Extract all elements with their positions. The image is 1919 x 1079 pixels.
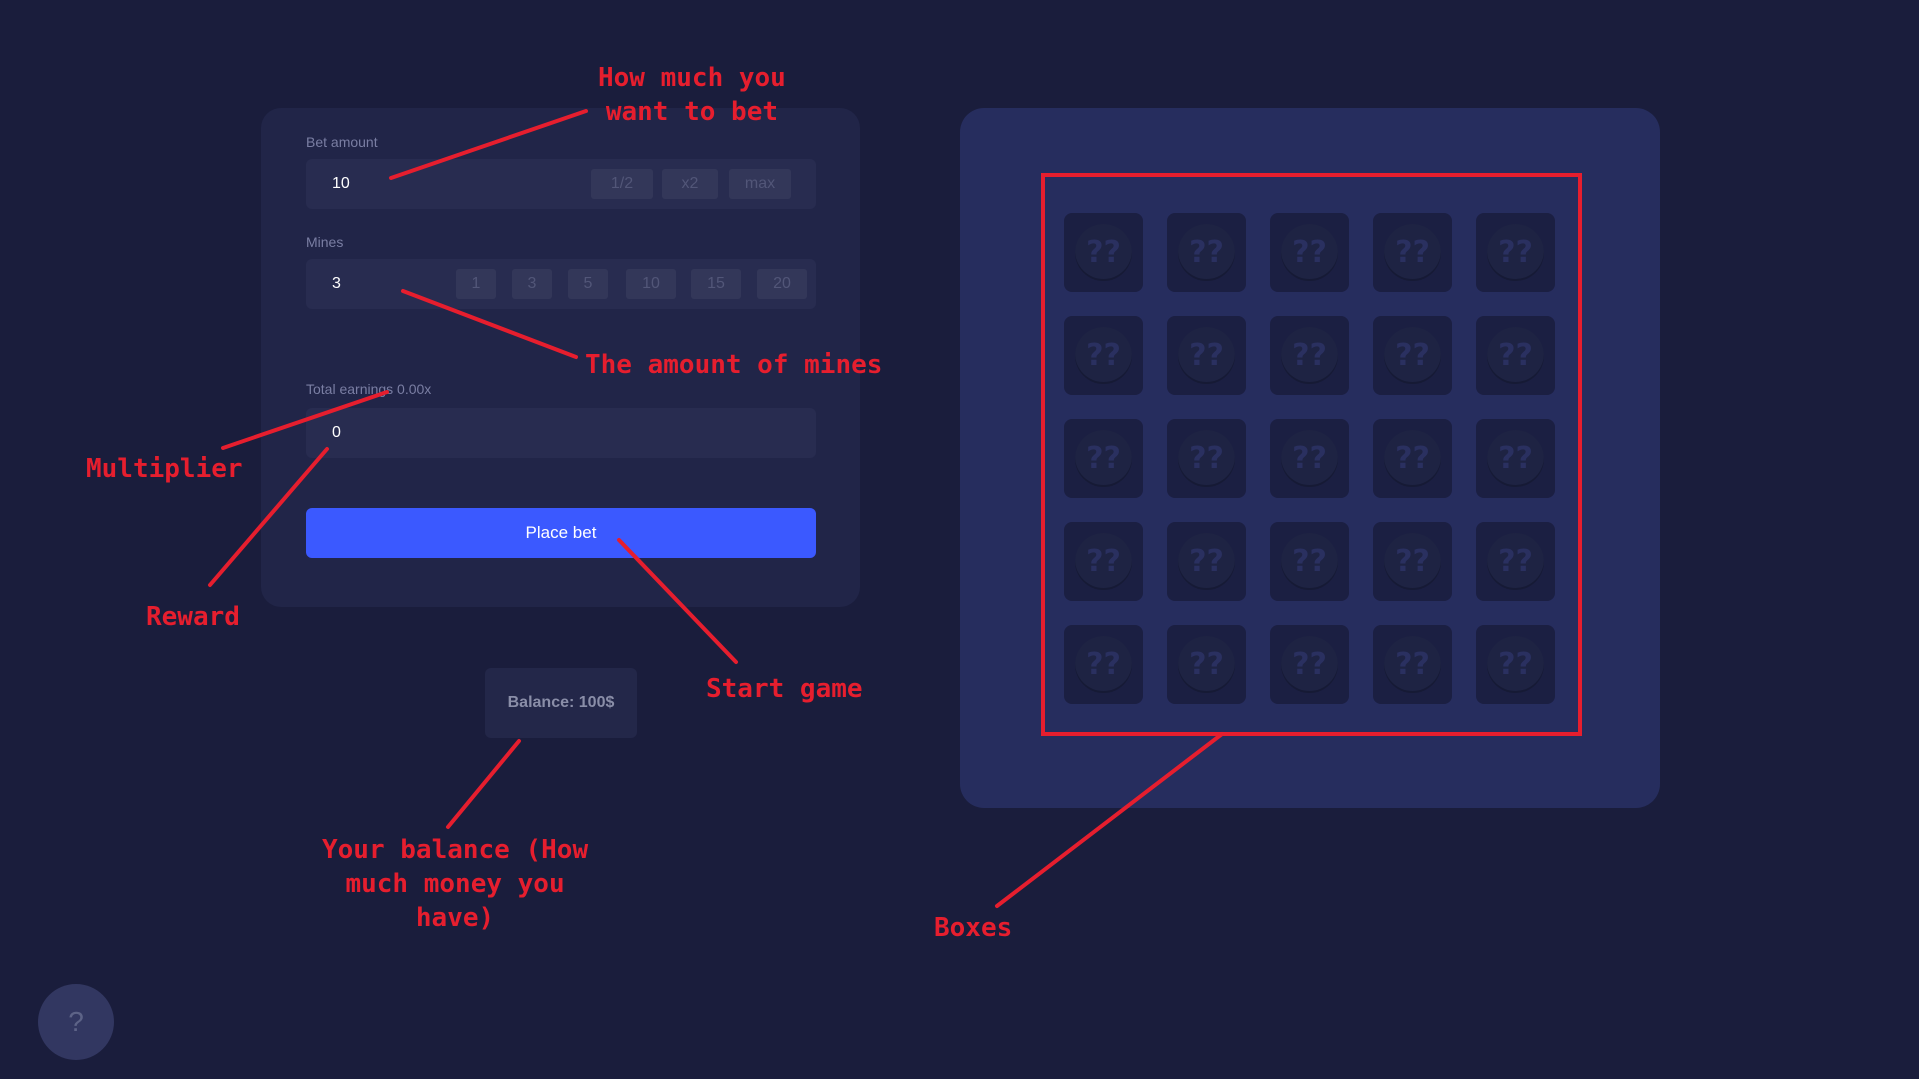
annotation-multiplier: Multiplier <box>86 454 243 484</box>
mystery-box[interactable]: ?? <box>1476 316 1555 395</box>
game-board: ????????????????????????????????????????… <box>960 108 1660 808</box>
mines-option-20[interactable]: 20 <box>757 269 807 299</box>
mines-label: Mines <box>306 234 344 250</box>
mystery-box[interactable]: ?? <box>1270 522 1349 601</box>
question-coin-icon: ?? <box>1281 430 1338 487</box>
half-bet-button[interactable]: 1/2 <box>591 169 653 199</box>
annotation-mines: The amount of mines <box>585 350 883 380</box>
mystery-box[interactable]: ?? <box>1167 213 1246 292</box>
mystery-box[interactable]: ?? <box>1476 213 1555 292</box>
place-bet-button[interactable]: Place bet <box>306 508 816 558</box>
question-coin-icon: ?? <box>1487 327 1544 384</box>
earnings-field: 0 <box>306 408 816 458</box>
question-coin-icon: ?? <box>1075 430 1132 487</box>
mines-option-10[interactable]: 10 <box>626 269 676 299</box>
question-coin-icon: ?? <box>1178 430 1235 487</box>
annotation-boxes: Boxes <box>934 913 1013 943</box>
mystery-box[interactable]: ?? <box>1476 522 1555 601</box>
annotation-balance-line-2: much money you <box>345 869 565 899</box>
annotation-bet: How much you want to bet <box>598 61 786 129</box>
mystery-box[interactable]: ?? <box>1167 419 1246 498</box>
mines-input[interactable]: 3 1 3 5 10 15 20 <box>306 259 816 309</box>
mystery-box[interactable]: ?? <box>1373 316 1452 395</box>
question-coin-icon: ?? <box>1384 533 1441 590</box>
question-coin-icon: ?? <box>1487 430 1544 487</box>
double-bet-button[interactable]: x2 <box>662 169 718 199</box>
question-coin-icon: ?? <box>1178 533 1235 590</box>
question-coin-icon: ?? <box>1281 533 1338 590</box>
mystery-box[interactable]: ?? <box>1270 419 1349 498</box>
question-coin-icon: ?? <box>1178 327 1235 384</box>
mines-option-3[interactable]: 3 <box>512 269 552 299</box>
balance-display: Balance: 100$ <box>485 668 637 738</box>
mystery-box[interactable]: ?? <box>1064 316 1143 395</box>
mystery-box[interactable]: ?? <box>1373 625 1452 704</box>
mystery-box[interactable]: ?? <box>1064 213 1143 292</box>
annotation-balance-line-1: Your balance (How <box>322 835 589 865</box>
question-coin-icon: ?? <box>1178 224 1235 281</box>
mystery-box[interactable]: ?? <box>1270 213 1349 292</box>
earnings-value: 0 <box>332 424 341 441</box>
question-coin-icon: ?? <box>1384 430 1441 487</box>
mines-option-5[interactable]: 5 <box>568 269 608 299</box>
question-coin-icon: ?? <box>1384 224 1441 281</box>
question-coin-icon: ?? <box>1075 636 1132 693</box>
mines-option-15[interactable]: 15 <box>691 269 741 299</box>
help-icon[interactable]: ? <box>38 984 114 1060</box>
question-coin-icon: ?? <box>1178 636 1235 693</box>
annotation-bet-line-1: How much you <box>598 63 786 93</box>
mystery-box[interactable]: ?? <box>1064 419 1143 498</box>
mystery-box[interactable]: ?? <box>1167 625 1246 704</box>
balance-pointer-line <box>446 739 521 829</box>
mystery-box[interactable]: ?? <box>1270 625 1349 704</box>
question-coin-icon: ?? <box>1487 533 1544 590</box>
mystery-box[interactable]: ?? <box>1064 625 1143 704</box>
question-coin-icon: ?? <box>1281 636 1338 693</box>
annotation-balance: Your balance (How much money you have) <box>322 833 588 935</box>
question-coin-icon: ?? <box>1487 636 1544 693</box>
mystery-box[interactable]: ?? <box>1476 625 1555 704</box>
mystery-box[interactable]: ?? <box>1476 419 1555 498</box>
bet-amount-value: 10 <box>332 175 350 192</box>
annotation-reward: Reward <box>146 602 240 632</box>
bet-amount-input[interactable]: 10 1/2 x2 max <box>306 159 816 209</box>
mystery-box[interactable]: ?? <box>1167 316 1246 395</box>
mystery-box[interactable]: ?? <box>1373 522 1452 601</box>
question-coin-icon: ?? <box>1384 636 1441 693</box>
question-coin-icon: ?? <box>1384 327 1441 384</box>
question-coin-icon: ?? <box>1487 224 1544 281</box>
mystery-box[interactable]: ?? <box>1373 213 1452 292</box>
mines-option-1[interactable]: 1 <box>456 269 496 299</box>
annotation-bet-line-2: want to bet <box>605 97 779 127</box>
total-earnings-label: Total earnings 0.00x <box>306 381 432 397</box>
box-grid: ????????????????????????????????????????… <box>1064 213 1555 704</box>
question-coin-icon: ?? <box>1075 224 1132 281</box>
annotation-start: Start game <box>706 674 863 704</box>
question-coin-icon: ?? <box>1281 224 1338 281</box>
mystery-box[interactable]: ?? <box>1064 522 1143 601</box>
bet-amount-label: Bet amount <box>306 134 378 150</box>
annotation-balance-line-3: have) <box>415 903 495 933</box>
question-coin-icon: ?? <box>1075 327 1132 384</box>
mines-value: 3 <box>332 275 341 292</box>
max-bet-button[interactable]: max <box>729 169 791 199</box>
question-coin-icon: ?? <box>1281 327 1338 384</box>
mystery-box[interactable]: ?? <box>1167 522 1246 601</box>
mystery-box[interactable]: ?? <box>1270 316 1349 395</box>
mystery-box[interactable]: ?? <box>1373 419 1452 498</box>
question-coin-icon: ?? <box>1075 533 1132 590</box>
